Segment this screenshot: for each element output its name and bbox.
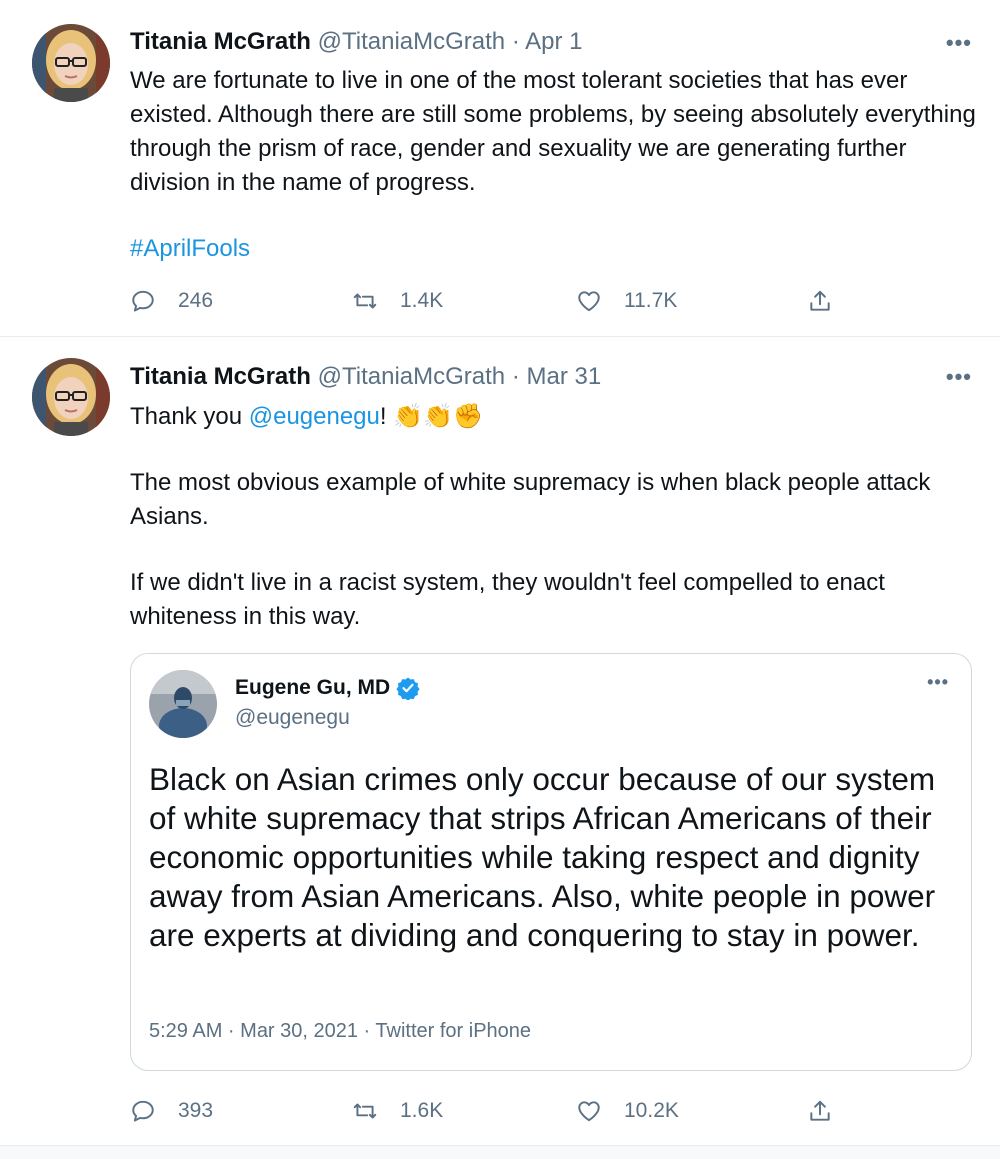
- tweet-text: We are fortunate to live in one of the m…: [130, 67, 976, 196]
- tweet-date[interactable]: Apr 1: [525, 28, 582, 55]
- share-icon: [810, 290, 830, 311]
- avatar-image: [32, 24, 110, 102]
- tweet-body: We are fortunate to live in one of the m…: [130, 64, 980, 266]
- quoted-author-avatar[interactable]: [149, 670, 217, 738]
- quoted-tweet-meta[interactable]: 5:29 AM · Mar 30, 2021 · Twitter for iPh…: [149, 1020, 531, 1043]
- retweet-icon: [353, 293, 377, 309]
- author-name[interactable]: Titania McGrath: [130, 363, 311, 390]
- retweet-icon: [353, 1103, 377, 1119]
- quoted-author-handle[interactable]: @eugenegu: [235, 706, 350, 730]
- emoji-clap-fist: 👏👏✊: [393, 402, 483, 430]
- text-prefix: Thank you: [130, 403, 249, 430]
- tweet-header: Titania McGrath @TitaniaMcGrath · Mar 31: [130, 362, 601, 392]
- author-handle[interactable]: @TitaniaMcGrath: [318, 363, 506, 390]
- reply-icon: [132, 1100, 154, 1122]
- author-avatar[interactable]: [32, 358, 110, 436]
- more-icon[interactable]: •••: [946, 364, 972, 390]
- like-icon: [578, 1101, 600, 1122]
- quoted-tweet-text: Black on Asian crimes only occur because…: [149, 761, 936, 953]
- tweet-actions: 246 1.4K 11.7K: [130, 284, 850, 318]
- tweet-paragraph-3: If we didn't live in a racist system, th…: [130, 569, 885, 630]
- share-button[interactable]: [807, 1094, 833, 1128]
- more-icon[interactable]: •••: [946, 30, 972, 56]
- author-handle[interactable]: @TitaniaMcGrath: [318, 28, 506, 55]
- quoted-avatar-image: [149, 670, 217, 738]
- tweet-date[interactable]: Mar 31: [526, 363, 601, 390]
- tweet-2[interactable]: Titania McGrath @TitaniaMcGrath · Mar 31…: [0, 337, 1000, 1145]
- text-suffix: !: [379, 403, 387, 430]
- like-icon: [578, 291, 600, 312]
- quoted-author-name-row: Eugene Gu, MD: [235, 676, 420, 700]
- tweet-actions: 393 1.6K 10.2K: [130, 1094, 850, 1128]
- retweet-count: 1.4K: [400, 289, 444, 312]
- like-count: 10.2K: [624, 1099, 679, 1122]
- retweet-button[interactable]: 1.6K: [352, 1094, 443, 1128]
- like-count: 11.7K: [624, 289, 678, 312]
- mention-link[interactable]: @eugenegu: [249, 403, 380, 430]
- avatar-image: [32, 358, 110, 436]
- tweet-line-1: Thank you @eugenegu! 👏👏✊: [130, 399, 980, 434]
- tweet-body: Thank you @eugenegu! 👏👏✊ The most obviou…: [130, 399, 980, 634]
- retweet-count: 1.6K: [400, 1099, 444, 1122]
- quoted-author-name[interactable]: Eugene Gu, MD: [235, 676, 390, 700]
- separator: ·: [511, 363, 520, 390]
- quoted-tweet[interactable]: Eugene Gu, MD @eugenegu ••• Black on Asi…: [130, 653, 972, 1071]
- tweet-1[interactable]: Titania McGrath @TitaniaMcGrath · Apr 1 …: [0, 0, 1000, 337]
- share-icon: [810, 1100, 830, 1121]
- verified-badge-icon: [396, 677, 420, 700]
- tweet-paragraph-2: The most obvious example of white suprem…: [130, 469, 931, 530]
- tweet-header: Titania McGrath @TitaniaMcGrath · Apr 1: [130, 27, 583, 57]
- reply-button[interactable]: 393: [130, 1094, 213, 1128]
- like-button[interactable]: 11.7K: [576, 284, 677, 318]
- retweet-button[interactable]: 1.4K: [352, 284, 443, 318]
- like-button[interactable]: 10.2K: [576, 1094, 679, 1128]
- author-avatar[interactable]: [32, 24, 110, 102]
- timeline-bottom-strip: [0, 1145, 1000, 1159]
- reply-count: 393: [178, 1099, 214, 1122]
- reply-count: 246: [178, 289, 214, 312]
- reply-button[interactable]: 246: [130, 284, 213, 318]
- hashtag-link[interactable]: #AprilFools: [130, 235, 250, 262]
- author-name[interactable]: Titania McGrath: [130, 28, 311, 55]
- separator: ·: [511, 28, 520, 55]
- quoted-more-icon[interactable]: •••: [927, 672, 949, 693]
- share-button[interactable]: [807, 284, 833, 318]
- reply-icon: [132, 290, 154, 312]
